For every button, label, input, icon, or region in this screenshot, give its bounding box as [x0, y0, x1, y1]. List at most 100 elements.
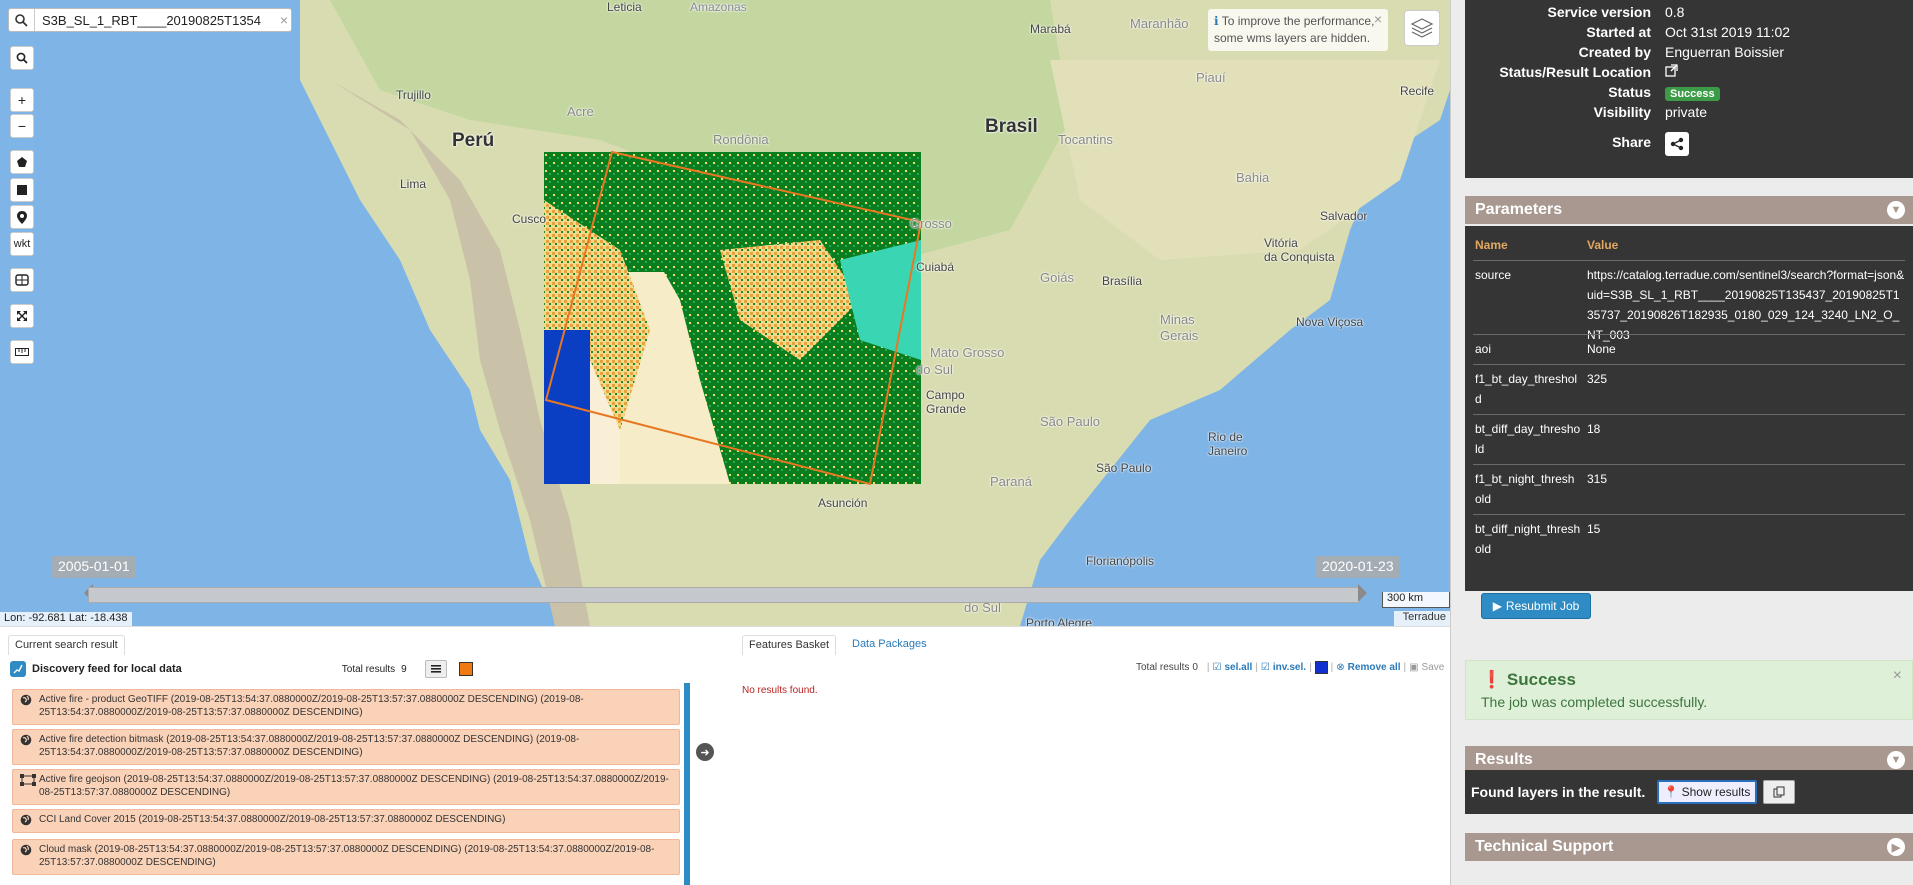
place-vitoria-conquista: da Conquista [1264, 250, 1335, 264]
remove-all-button[interactable]: Remove all [1348, 662, 1401, 673]
results-scrollbar[interactable] [684, 683, 690, 885]
zoom-in-button[interactable]: + [10, 88, 34, 112]
results-title: Results [1475, 751, 1533, 768]
info-label: Status [1608, 84, 1651, 100]
chevron-down-icon[interactable]: ▼ [1887, 201, 1905, 219]
close-icon[interactable]: × [1374, 11, 1382, 28]
list-item[interactable]: CCI Land Cover 2015 (2019-08-25T13:54:37… [12, 809, 680, 833]
info-value: Enguerran Boissier [1665, 44, 1785, 60]
place-amazonas: Amazonas [690, 0, 747, 14]
globe-tool-button[interactable] [10, 268, 34, 292]
invert-selection-button[interactable]: inv.sel. [1273, 662, 1306, 673]
map-marker-icon: 📍 [1663, 785, 1679, 799]
tab-data-packages[interactable]: Data Packages [846, 635, 933, 655]
search-input[interactable]: S3B_SL_1_RBT____20190825T1354 [35, 13, 277, 28]
measure-button[interactable] [10, 340, 34, 364]
info-label: Started at [1586, 24, 1651, 40]
ruler-icon [15, 348, 29, 356]
globe-icon [20, 694, 32, 710]
timeline-end-handle[interactable] [1358, 584, 1367, 602]
place-vitoria: Vitória [1264, 236, 1298, 250]
resubmit-job-button[interactable]: ▶ Resubmit Job [1481, 593, 1591, 619]
results-header: Discovery feed for local data Total resu… [10, 657, 710, 681]
info-value: private [1665, 104, 1708, 120]
total-results-value: 9 [401, 663, 407, 675]
globe-icon [20, 814, 32, 830]
param-row: bt_diff_night_threshold 15 [1473, 514, 1905, 562]
place-acre: Acre [567, 104, 594, 119]
list-item[interactable]: Cloud mask (2019-08-25T13:54:37.0880000Z… [12, 839, 680, 875]
list-item-label: Cloud mask (2019-08-25T13:54:37.0880000Z… [39, 844, 655, 868]
alert-title: Success [1506, 670, 1576, 689]
tab-features-basket[interactable]: Features Basket [742, 635, 837, 655]
copy-button[interactable] [1763, 780, 1795, 804]
info-row-visibility: Visibility private [1465, 104, 1913, 122]
search-tool-button[interactable] [10, 46, 34, 70]
color-swatch-orange[interactable] [458, 662, 473, 676]
transfer-arrow-icon[interactable]: ➜ [696, 743, 714, 761]
parameters-header[interactable]: Parameters ▼ [1465, 196, 1913, 224]
share-button[interactable] [1665, 132, 1689, 156]
param-value: 15 [1587, 522, 1601, 536]
place-rio-janeiro: Janeiro [1208, 444, 1248, 458]
info-row-started-at: Started at Oct 31st 2019 11:02 [1465, 24, 1913, 42]
rectangle-icon [17, 185, 27, 195]
feed-icon [10, 661, 26, 677]
search-icon[interactable] [9, 9, 35, 31]
place-minas: Minas [1160, 312, 1195, 327]
place-brasil: Brasil [985, 116, 1038, 137]
status-badge: Success [1665, 87, 1720, 101]
total-results-label: Total results [341, 663, 396, 675]
technical-support-header[interactable]: Technical Support ▶ [1465, 833, 1913, 861]
place-parana: Paraná [990, 474, 1032, 489]
globe-icon [20, 844, 32, 860]
wkt-button[interactable]: wkt [10, 232, 34, 256]
zoom-out-button[interactable]: − [10, 114, 34, 138]
list-item[interactable]: Active fire - product GeoTIFF (2019-08-2… [12, 689, 680, 725]
place-cuiaba: Cuiabá [916, 260, 955, 274]
clear-search-icon[interactable]: × [277, 12, 291, 28]
place-florianopolis: Florianópolis [1086, 554, 1155, 568]
chevron-right-icon[interactable]: ▶ [1887, 838, 1905, 856]
save-button[interactable]: Save [1422, 662, 1445, 673]
layer-switcher-button[interactable] [1404, 10, 1440, 46]
info-label: Service version [1547, 4, 1651, 20]
scale-bar: 300 km [1382, 592, 1450, 608]
timeline-slider[interactable] [88, 587, 1360, 603]
close-icon[interactable]: × [1893, 667, 1902, 685]
place-recife: Recife [1400, 84, 1435, 98]
external-link-icon[interactable] [1665, 64, 1678, 80]
place-mato-grosso: Mato Grosso [930, 345, 1005, 360]
map-attribution: Terradue [1394, 611, 1450, 626]
fullscreen-button[interactable] [10, 304, 34, 328]
draw-polygon-button[interactable] [10, 150, 34, 174]
timeline-start-date: 2005-01-01 [52, 556, 136, 578]
map-marker-icon [17, 210, 27, 224]
list-item[interactable]: Active fire geojson (2019-08-25T13:54:37… [12, 769, 680, 805]
draw-rectangle-button[interactable] [10, 178, 34, 202]
share-icon [1670, 137, 1684, 151]
map-search-box[interactable]: S3B_SL_1_RBT____20190825T1354 × [8, 8, 292, 32]
map-view[interactable]: Leticia Amazonas Marabá Maranhão Piauí R… [0, 0, 1450, 626]
list-item-label: Active fire geojson (2019-08-25T13:54:37… [39, 774, 669, 798]
param-row: bt_diff_day_threshold 18 [1473, 414, 1905, 462]
list-item[interactable]: Active fire detection bitmask (2019-08-2… [12, 729, 680, 765]
success-alert: ❗ Success The job was completed successf… [1465, 660, 1913, 720]
basket-total-label: Total results [1136, 662, 1190, 673]
place-campo: Campo [926, 388, 965, 402]
info-label: Created by [1578, 44, 1651, 60]
draw-point-button[interactable] [10, 205, 34, 229]
list-item-label: Active fire detection bitmask (2019-08-2… [39, 734, 580, 758]
info-value: 0.8 [1665, 4, 1685, 20]
basket-color-swatch[interactable] [1314, 661, 1328, 674]
chevron-down-icon[interactable]: ▼ [1887, 751, 1905, 769]
polygon-icon [17, 157, 27, 167]
performance-notice-text: To improve the performance, some wms lay… [1214, 14, 1375, 45]
info-row-service-version: Service version 0.8 [1465, 4, 1913, 22]
select-all-button[interactable]: sel.all [1225, 662, 1253, 673]
show-results-button[interactable]: 📍 Show results [1657, 780, 1757, 804]
param-name: bt_diff_night_threshold [1475, 522, 1581, 556]
list-view-button[interactable] [424, 660, 447, 678]
tab-current-search-result[interactable]: Current search result [8, 635, 125, 655]
place-gerais: Gerais [1160, 328, 1199, 343]
